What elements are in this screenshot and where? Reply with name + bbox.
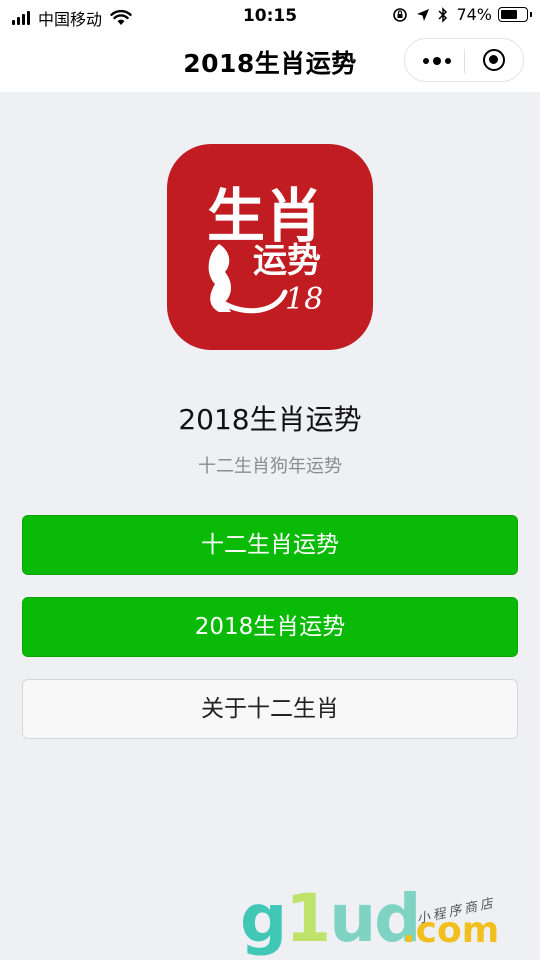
battery-icon [498, 7, 532, 22]
logo-text-top: 生肖 [207, 182, 323, 250]
battery-level-fill [501, 10, 517, 19]
capsule-divider [464, 49, 465, 73]
logo-text-mid: 运势 [253, 241, 321, 281]
logo-text-num: 18 [285, 282, 323, 317]
status-bar: 中国移动 10:15 74% [0, 0, 540, 32]
watermark-brand: g1ud [240, 880, 421, 957]
more-options-icon[interactable] [423, 57, 455, 65]
close-miniprogram-icon[interactable] [483, 49, 505, 71]
location-icon [417, 8, 430, 21]
battery-percent: 74% [456, 5, 492, 24]
zodiac-fortune-button[interactable]: 十二生肖运势 [22, 515, 518, 575]
nav-bar: 2018生肖运势 [0, 32, 540, 92]
app-logo: 生肖 运势 18 [167, 144, 373, 350]
watermark: g1ud .com 小程序商店 [240, 880, 540, 960]
app-title: 2018生肖运势 [178, 403, 362, 436]
about-zodiac-button[interactable]: 关于十二生肖 [22, 679, 518, 739]
capsule-menu [404, 38, 524, 82]
orientation-lock-icon [393, 7, 408, 22]
fortune-2018-button[interactable]: 2018生肖运势 [22, 597, 518, 657]
zodiac-dog-icon: 生肖 运势 18 [207, 182, 323, 317]
bluetooth-icon [438, 6, 448, 23]
app-subtitle: 十二生肖狗年运势 [198, 456, 342, 477]
status-right: 74% [384, 5, 532, 24]
